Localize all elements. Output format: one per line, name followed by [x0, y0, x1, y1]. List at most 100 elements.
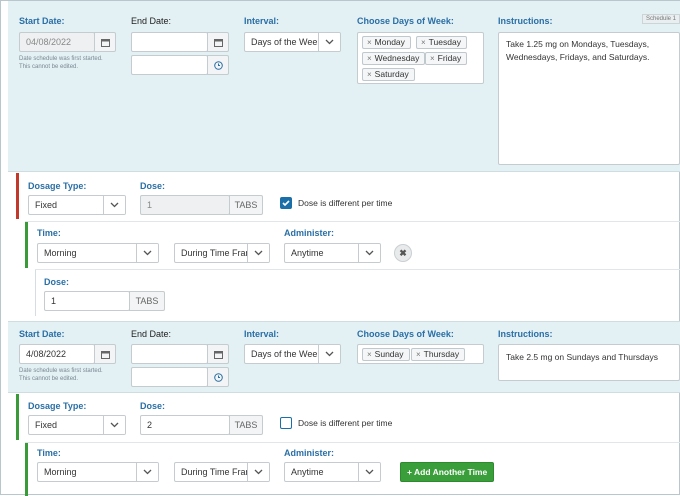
- chevron-down-icon: [136, 244, 158, 262]
- calendar-icon[interactable]: [94, 32, 116, 52]
- dosage-indicator-bar: [16, 173, 19, 219]
- administer-value: Anytime: [291, 248, 324, 258]
- days-multiselect[interactable]: × Sunday × Thursday: [357, 344, 484, 364]
- remove-icon[interactable]: ×: [430, 54, 435, 63]
- choose-days-label: Choose Days of Week:: [357, 16, 454, 26]
- chevron-down-icon: [103, 196, 125, 214]
- schedule-2-panel: Start Date: End Date: Interval: Choose D…: [8, 321, 680, 393]
- day-tag[interactable]: × Wednesday: [362, 52, 426, 65]
- administer-label: Administer:: [284, 448, 335, 458]
- start-date-note-2: This cannot be edited.: [19, 64, 79, 70]
- start-date-label: Start Date:: [19, 329, 65, 339]
- dose-label: Dose:: [140, 181, 166, 191]
- day-tag[interactable]: × Saturday: [362, 68, 415, 81]
- days-multiselect[interactable]: × Monday × Tuesday × Wednesday × Friday × Sat…: [357, 32, 484, 84]
- interval-label: Interval:: [244, 329, 280, 339]
- instructions-label: Instructions:: [498, 329, 553, 339]
- start-date-input[interactable]: 04/08/2022: [19, 32, 95, 52]
- start-date-note-1: Date schedule was first started.: [19, 56, 103, 62]
- administer-select[interactable]: Anytime: [284, 243, 381, 263]
- chevron-down-icon: [318, 33, 340, 51]
- day-tag[interactable]: × Tuesday: [416, 36, 467, 49]
- dosage-type-select[interactable]: Fixed: [28, 415, 126, 435]
- day-tag[interactable]: × Monday: [362, 36, 411, 49]
- start-date-note-2: This cannot be edited.: [19, 376, 79, 382]
- interval-value: Days of the Week: [251, 37, 322, 47]
- time-dose-bar: [35, 270, 36, 316]
- time-frame-select[interactable]: During Time Frame: [174, 243, 270, 263]
- end-date-input[interactable]: [131, 32, 208, 52]
- add-another-time-label: Add Another Time: [414, 467, 488, 477]
- remove-icon[interactable]: ×: [421, 38, 426, 47]
- end-time-input[interactable]: [131, 367, 208, 387]
- divider: [35, 269, 680, 270]
- clock-icon[interactable]: [207, 55, 229, 75]
- add-another-time-button[interactable]: + Add Another Time: [400, 462, 495, 482]
- day-tag[interactable]: × Friday: [425, 52, 468, 65]
- time-select[interactable]: Morning: [37, 243, 159, 263]
- schedule-1-panel: Start Date: End Date: Interval: Choose D…: [8, 1, 680, 172]
- remove-icon[interactable]: ×: [367, 350, 372, 359]
- dosage-type-value: Fixed: [35, 200, 58, 210]
- end-date-input[interactable]: [131, 344, 208, 364]
- interval-select[interactable]: Days of the Week: [244, 344, 341, 364]
- calendar-icon[interactable]: [94, 344, 116, 364]
- window-frame: Start Date: End Date: Interval: Choose D…: [0, 0, 680, 496]
- administer-select[interactable]: Anytime: [284, 462, 381, 482]
- end-date-label: End Date:: [131, 329, 172, 339]
- start-date-note-1: Date schedule was first started.: [19, 368, 103, 374]
- time-indicator-bar: [25, 222, 28, 268]
- time-frame-select[interactable]: During Time Frame: [174, 462, 270, 482]
- clock-icon[interactable]: [207, 367, 229, 387]
- remove-time-button[interactable]: ✖: [394, 244, 412, 262]
- remove-icon[interactable]: ×: [367, 38, 372, 47]
- time-value: Morning: [44, 248, 77, 258]
- chevron-down-icon: [358, 244, 380, 262]
- start-date-label: Start Date:: [19, 16, 65, 26]
- interval-select[interactable]: Days of the Week: [244, 32, 341, 52]
- day-tag[interactable]: × Sunday: [362, 348, 410, 361]
- dose-different-label: Dose is different per time: [298, 418, 393, 428]
- remove-icon[interactable]: ×: [367, 70, 372, 79]
- dosage-type-value: Fixed: [35, 420, 58, 430]
- end-date-label: End Date:: [131, 16, 172, 26]
- dose-different-label: Dose is different per time: [298, 198, 393, 208]
- time-value: Morning: [44, 467, 77, 477]
- interval-label: Interval:: [244, 16, 280, 26]
- dosage-type-label: Dosage Type:: [28, 181, 87, 191]
- start-date-input[interactable]: 4/08/2022: [19, 344, 95, 364]
- instructions-label: Instructions:: [498, 16, 553, 26]
- calendar-icon[interactable]: [207, 32, 229, 52]
- administer-value: Anytime: [291, 467, 324, 477]
- time-dose-label: Dose:: [44, 277, 70, 287]
- dose-input[interactable]: 1: [140, 195, 230, 215]
- dose-input[interactable]: 2: [140, 415, 230, 435]
- interval-value: Days of the Week: [251, 349, 322, 359]
- time-select[interactable]: Morning: [37, 462, 159, 482]
- day-tag[interactable]: × Thursday: [411, 348, 466, 361]
- time-label: Time:: [37, 448, 61, 458]
- dose-units: TABS: [229, 415, 263, 435]
- dose-different-checkbox[interactable]: [280, 197, 292, 209]
- dosage-type-select[interactable]: Fixed: [28, 195, 126, 215]
- calendar-icon[interactable]: [207, 344, 229, 364]
- divider: [25, 442, 680, 443]
- instructions-textarea[interactable]: Take 2.5 mg on Sundays and Thursdays: [498, 344, 680, 381]
- chevron-down-icon: [247, 463, 269, 481]
- dose-different-checkbox[interactable]: [280, 417, 292, 429]
- end-time-input[interactable]: [131, 55, 208, 75]
- time-label: Time:: [37, 228, 61, 238]
- time-indicator-bar: [25, 443, 28, 496]
- dosage-indicator-bar: [16, 394, 19, 440]
- administer-label: Administer:: [284, 228, 335, 238]
- time-dose-input[interactable]: 1: [44, 291, 130, 311]
- plus-icon: +: [407, 467, 412, 477]
- divider: [25, 221, 680, 222]
- remove-icon[interactable]: ×: [416, 350, 421, 359]
- schedule-badge: Schedule 1: [642, 14, 680, 24]
- remove-icon[interactable]: ×: [367, 54, 372, 63]
- chevron-down-icon: [318, 345, 340, 363]
- chevron-down-icon: [103, 416, 125, 434]
- chevron-down-icon: [247, 244, 269, 262]
- instructions-textarea[interactable]: Take 1.25 mg on Mondays, Tuesdays, Wedne…: [498, 32, 680, 165]
